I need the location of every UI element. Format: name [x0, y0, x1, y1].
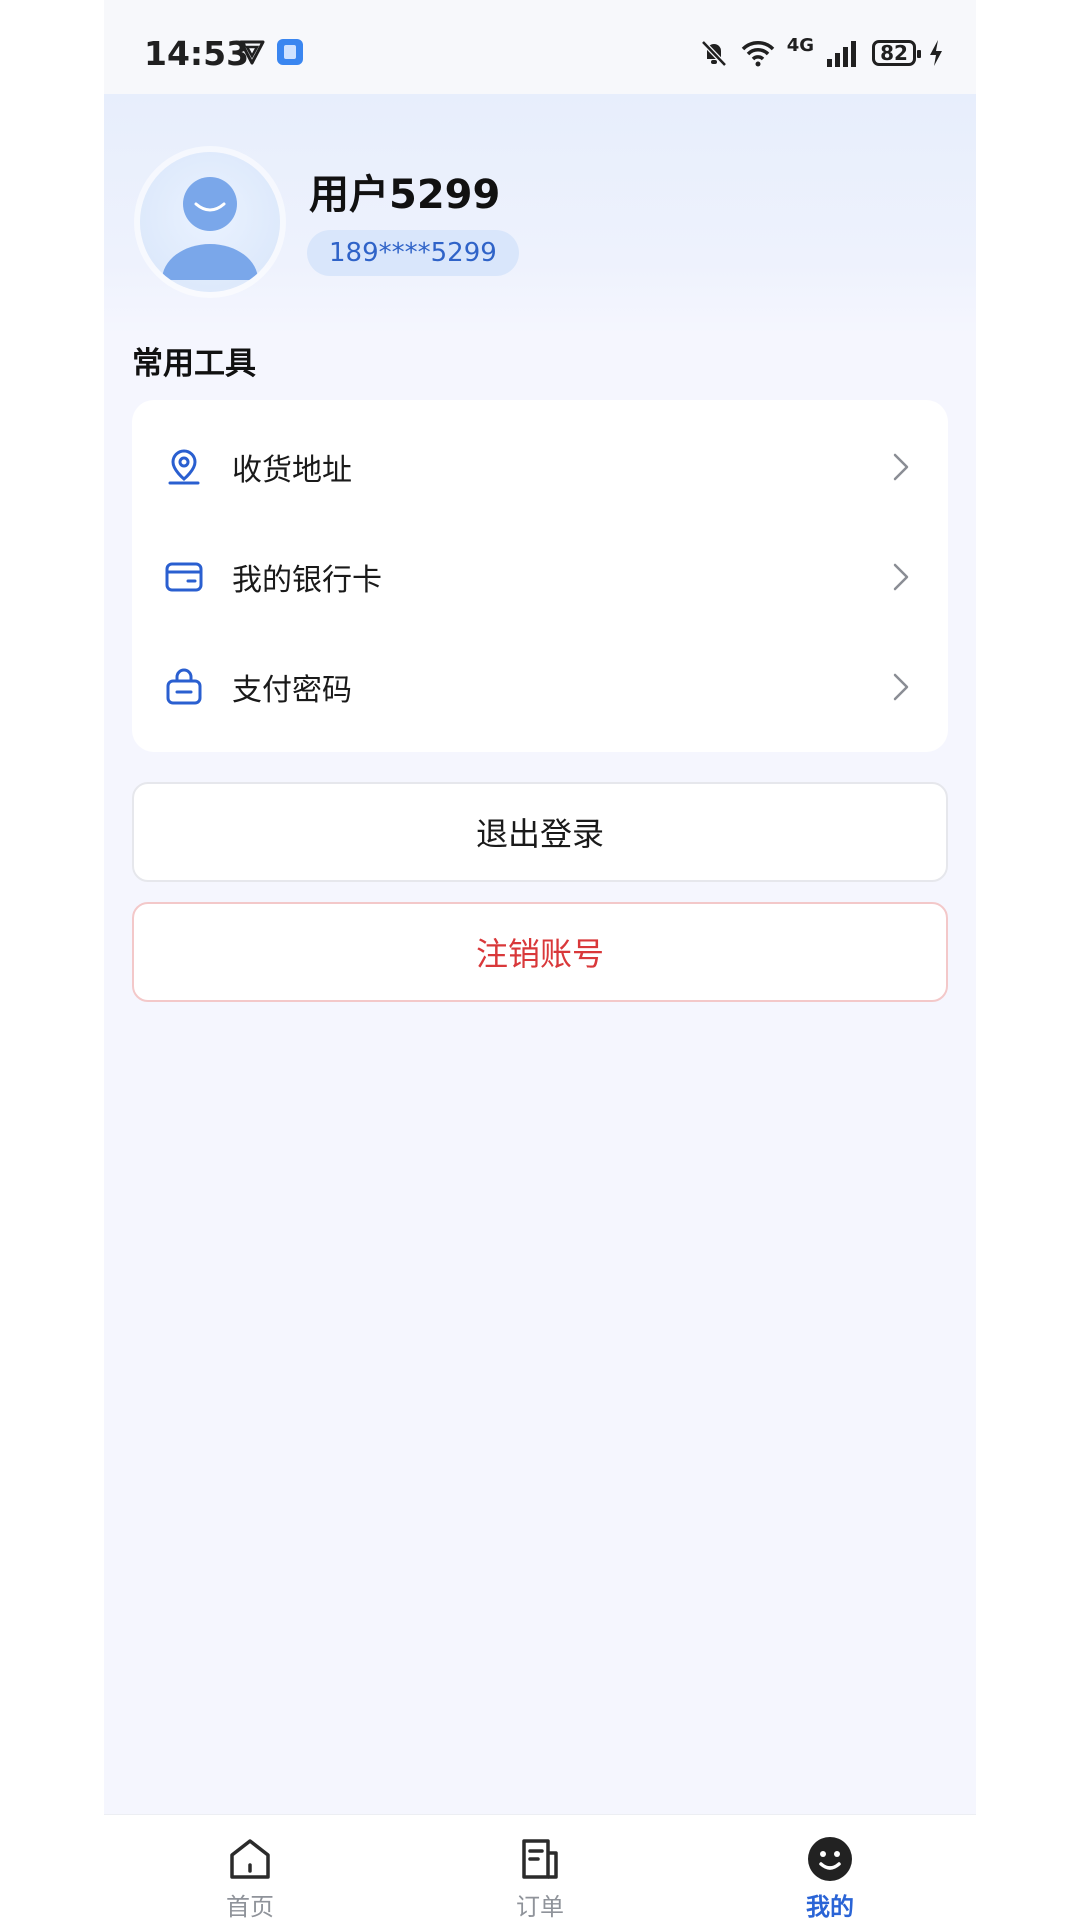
app-notification-icon [277, 39, 303, 65]
status-bar: 14:53 4G 82 [104, 0, 976, 94]
network-type: 4G [786, 34, 814, 56]
tab-label: 订单 [516, 1893, 564, 1920]
location-pin-icon [168, 449, 200, 485]
user-name: 用户5299 [309, 172, 501, 218]
orders-icon [522, 1839, 558, 1879]
chevron-right-icon [893, 673, 909, 701]
default-user-avatar-icon [162, 177, 258, 280]
wifi-icon [741, 41, 774, 67]
home-icon [230, 1839, 270, 1879]
menu-item-shipping-address[interactable]: 收货地址 [132, 412, 948, 522]
charging-bolt-icon [930, 40, 942, 66]
mute-bell-icon [700, 40, 727, 67]
menu-item-label: 收货地址 [232, 453, 352, 488]
menu-item-label: 支付密码 [232, 673, 352, 708]
cancel-account-button[interactable]: 注销账号 [132, 902, 948, 1002]
chevron-right-icon [893, 453, 909, 481]
menu-item-payment-password[interactable]: 支付密码 [132, 632, 948, 742]
signal-icon [827, 41, 856, 67]
tools-card: 收货地址 我的银行卡 支付密码 [132, 400, 948, 752]
profile-header: 用户5299 189****5299 [104, 94, 976, 334]
app-screen: 14:53 4G 82 用户5299 189****5299 常用工具 收货地址… [104, 0, 976, 1920]
status-time: 14:53 [144, 34, 250, 73]
phone-number-badge: 189****5299 [307, 230, 519, 276]
tab-home[interactable]: 首页 [150, 1815, 350, 1920]
bottom-tab-bar: 首页 订单 我的 [104, 1814, 976, 1920]
avatar[interactable] [140, 152, 280, 292]
chevron-right-icon [893, 563, 909, 591]
lock-icon [166, 668, 202, 705]
tab-label: 我的 [806, 1893, 854, 1920]
battery-indicator: 82 [872, 40, 921, 66]
section-title-tools: 常用工具 [132, 346, 256, 382]
vpn-shield-icon [239, 40, 265, 65]
menu-item-label: 我的银行卡 [232, 563, 382, 598]
logout-button[interactable]: 退出登录 [132, 782, 948, 882]
smiley-face-icon [808, 1837, 852, 1881]
tab-mine[interactable]: 我的 [730, 1815, 930, 1920]
tab-label: 首页 [226, 1893, 274, 1920]
bank-card-icon [165, 562, 203, 592]
tab-orders[interactable]: 订单 [440, 1815, 640, 1920]
menu-item-bank-card[interactable]: 我的银行卡 [132, 522, 948, 632]
